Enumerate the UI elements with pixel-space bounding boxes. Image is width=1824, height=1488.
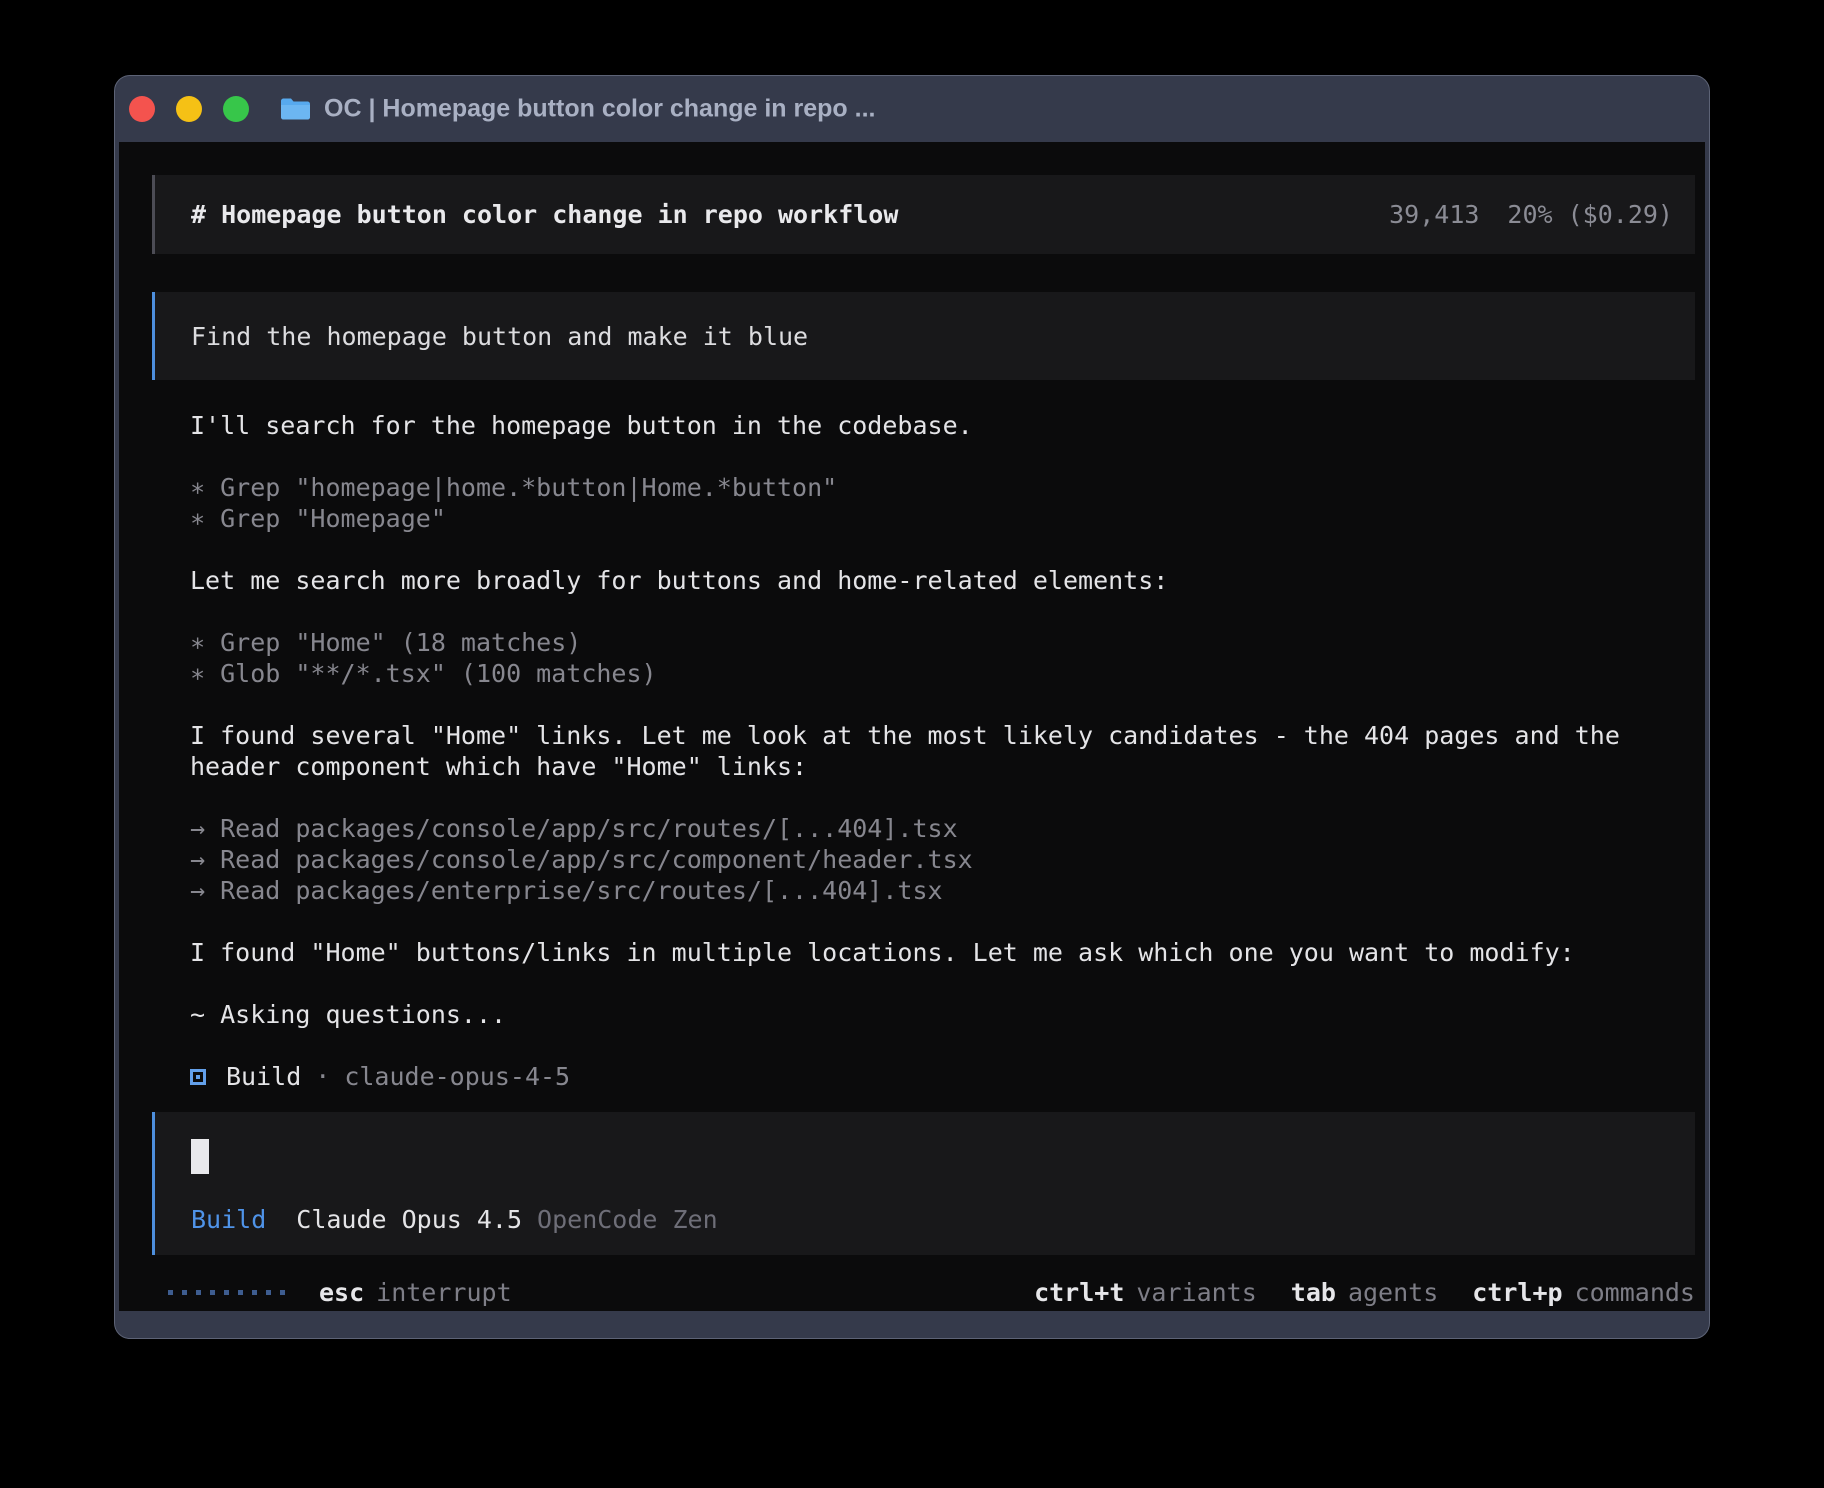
tool-call-grep: ∗ Grep "homepage|home.*button|Home.*butt… bbox=[190, 472, 1695, 503]
shortcut-commands: ctrl+p commands bbox=[1472, 1277, 1695, 1308]
traffic-lights bbox=[129, 96, 249, 122]
close-button[interactable] bbox=[129, 96, 155, 122]
session-header: # Homepage button color change in repo w… bbox=[152, 175, 1695, 254]
session-meta: 39,413 20% ($0.29) bbox=[1389, 199, 1673, 230]
interrupt-label: interrupt bbox=[376, 1277, 511, 1308]
status-left: esc interrupt bbox=[168, 1277, 512, 1308]
assistant-status-text: ~ Asking questions... bbox=[190, 999, 1695, 1030]
shortcut-agents: tab agents bbox=[1291, 1277, 1438, 1308]
input-provider-label: OpenCode Zen bbox=[537, 1204, 718, 1235]
input-agent-label: Build bbox=[191, 1204, 266, 1235]
status-bar: esc interrupt ctrl+t variants tab agents… bbox=[168, 1277, 1695, 1308]
terminal-content: # Homepage button color change in repo w… bbox=[119, 142, 1705, 1311]
shortcut-variants: ctrl+t variants bbox=[1034, 1277, 1257, 1308]
user-message: Find the homepage button and make it blu… bbox=[152, 292, 1695, 380]
separator-dot: · bbox=[315, 1061, 330, 1092]
input-footer: Build Claude Opus 4.5 OpenCode Zen bbox=[191, 1204, 718, 1235]
esc-key-hint: esc bbox=[319, 1277, 364, 1308]
title-bar: OC | Homepage button color change in rep… bbox=[115, 76, 1709, 142]
token-count: 39,413 bbox=[1389, 199, 1479, 230]
session-title: # Homepage button color change in repo w… bbox=[191, 199, 898, 230]
minimize-button[interactable] bbox=[176, 96, 202, 122]
assistant-text: I found several "Home" links. Let me loo… bbox=[190, 720, 1695, 782]
message-input[interactable]: Build Claude Opus 4.5 OpenCode Zen bbox=[152, 1112, 1695, 1255]
folder-icon bbox=[280, 97, 311, 122]
window-title: OC | Homepage button color change in rep… bbox=[324, 95, 875, 124]
text-cursor bbox=[191, 1139, 209, 1174]
title-group: OC | Homepage button color change in rep… bbox=[280, 95, 875, 124]
status-shortcuts: ctrl+t variants tab agents ctrl+p comman… bbox=[1034, 1277, 1695, 1308]
tool-call-glob: ∗ Glob "**/*.tsx" (100 matches) bbox=[190, 658, 1695, 689]
assistant-text: I found "Home" buttons/links in multiple… bbox=[190, 937, 1695, 968]
desktop: { "window": { "title": "OC | Homepage bu… bbox=[0, 0, 1824, 1488]
assistant-transcript: I'll search for the homepage button in t… bbox=[190, 410, 1695, 1092]
user-message-text: Find the homepage button and make it blu… bbox=[191, 321, 808, 352]
zoom-button[interactable] bbox=[223, 96, 249, 122]
terminal-window: OC | Homepage button color change in rep… bbox=[114, 75, 1710, 1339]
tool-call-grep: ∗ Grep "Homepage" bbox=[190, 503, 1695, 534]
context-usage: 20% ($0.29) bbox=[1507, 199, 1673, 230]
input-model-label: Claude Opus 4.5 bbox=[296, 1204, 522, 1235]
tool-call-read: → Read packages/console/app/src/routes/[… bbox=[190, 813, 1695, 844]
assistant-text: I'll search for the homepage button in t… bbox=[190, 410, 1695, 441]
tool-call-read: → Read packages/console/app/src/componen… bbox=[190, 844, 1695, 875]
spinner-dots-icon bbox=[168, 1290, 285, 1295]
agent-model-id: claude-opus-4-5 bbox=[344, 1061, 570, 1092]
agent-build-icon bbox=[190, 1069, 206, 1085]
agent-name: Build bbox=[226, 1061, 301, 1092]
tool-call-read: → Read packages/enterprise/src/routes/[.… bbox=[190, 875, 1695, 906]
agent-status-line: Build · claude-opus-4-5 bbox=[190, 1061, 1695, 1092]
tool-call-grep: ∗ Grep "Home" (18 matches) bbox=[190, 627, 1695, 658]
assistant-text: Let me search more broadly for buttons a… bbox=[190, 565, 1695, 596]
